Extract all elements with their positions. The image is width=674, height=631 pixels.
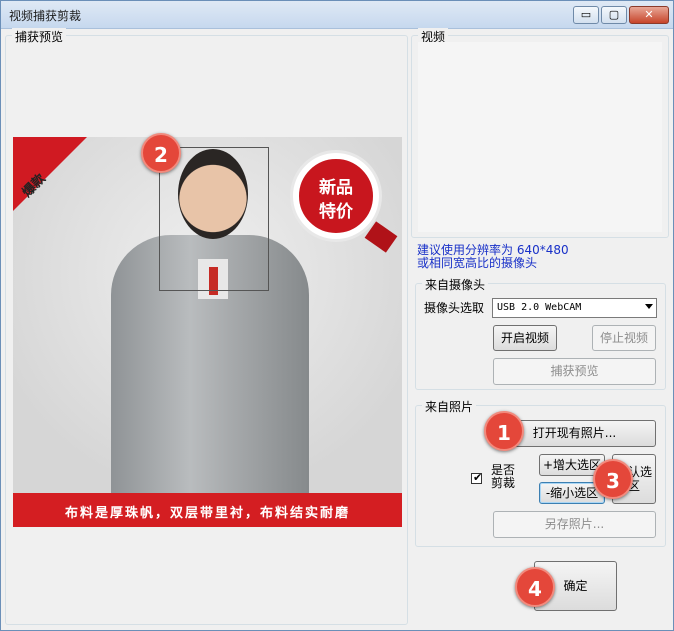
chevron-down-icon: [645, 304, 653, 309]
camera-group-label: 来自摄像头: [422, 276, 489, 293]
preview-image[interactable]: 爆款 新品 特价 布料是厚珠帆，双层带里衬，布料结实耐磨: [13, 137, 402, 527]
minimize-button[interactable]: ▭: [573, 6, 599, 24]
crop-checkbox[interactable]: ✔: [471, 471, 483, 484]
stop-video-button[interactable]: 停止视频: [592, 325, 656, 351]
marker-3: 3: [593, 459, 633, 499]
camera-select-value: USB 2.0 WebCAM: [497, 302, 582, 313]
app-window: 视频捕获剪裁 ▭ ▢ ✕ 捕获预览 爆款 新品 特价 布料是厚珠帆，双层带里衬，…: [0, 0, 674, 631]
caption-banner: 布料是厚珠帆，双层带里衬，布料结实耐磨: [13, 493, 402, 527]
marker-2: 2: [141, 133, 181, 173]
crop-checkbox-label: 是否剪裁: [491, 463, 516, 490]
window-title: 视频捕获剪裁: [9, 9, 82, 23]
save-photo-button[interactable]: 另存照片...: [493, 511, 656, 538]
capture-preview-label: 捕获预览: [12, 28, 67, 45]
sale-badge: 新品 特价: [293, 153, 379, 239]
title-bar[interactable]: 视频捕获剪裁 ▭ ▢ ✕: [1, 1, 673, 29]
start-video-label: 开启视频: [500, 331, 549, 345]
camera-select[interactable]: USB 2.0 WebCAM: [492, 298, 657, 318]
resolution-hint: 建议使用分辨率为 640*480 或相同宽高比的摄像头: [417, 244, 569, 270]
maximize-button[interactable]: ▢: [601, 6, 627, 24]
capture-preview-button-label: 捕获预览: [550, 364, 599, 378]
close-icon: ✕: [644, 8, 654, 21]
maximize-icon: ▢: [608, 8, 620, 21]
check-icon: ✔: [473, 471, 483, 484]
capture-preview-button[interactable]: 捕获预览: [493, 358, 656, 385]
marker-1: 1: [484, 411, 524, 451]
video-group: 视频: [411, 28, 669, 238]
resolution-hint-line-2: 或相同宽高比的摄像头: [417, 256, 538, 270]
camera-select-label: 摄像头选取: [424, 301, 485, 315]
crop-selection-rectangle[interactable]: [159, 147, 269, 291]
badge-line-2: 特价: [319, 202, 353, 222]
photo-group-label: 来自照片: [422, 398, 477, 415]
close-button[interactable]: ✕: [629, 6, 669, 24]
marker-4: 4: [515, 567, 555, 607]
minimize-icon: ▭: [580, 8, 592, 21]
caption-text: 布料是厚珠帆，双层带里衬，布料结实耐磨: [64, 506, 350, 521]
badge-line-1: 新品: [319, 178, 353, 198]
video-panel: [418, 42, 662, 232]
save-photo-label: 另存照片...: [544, 517, 605, 531]
stop-video-label: 停止视频: [599, 331, 648, 345]
start-video-button[interactable]: 开启视频: [493, 325, 557, 351]
corner-ribbon: [13, 137, 87, 211]
